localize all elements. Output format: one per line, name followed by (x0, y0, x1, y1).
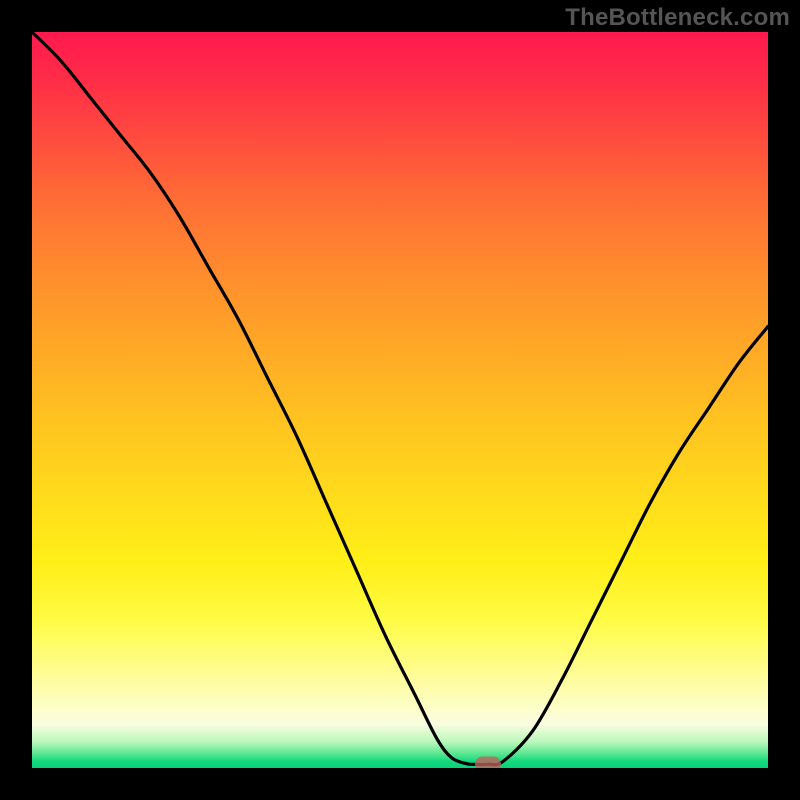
bottleneck-curve (32, 32, 768, 768)
chart-frame: TheBottleneck.com (0, 0, 800, 800)
plot-area (32, 32, 768, 768)
watermark: TheBottleneck.com (565, 4, 790, 32)
minimum-marker (475, 757, 501, 768)
